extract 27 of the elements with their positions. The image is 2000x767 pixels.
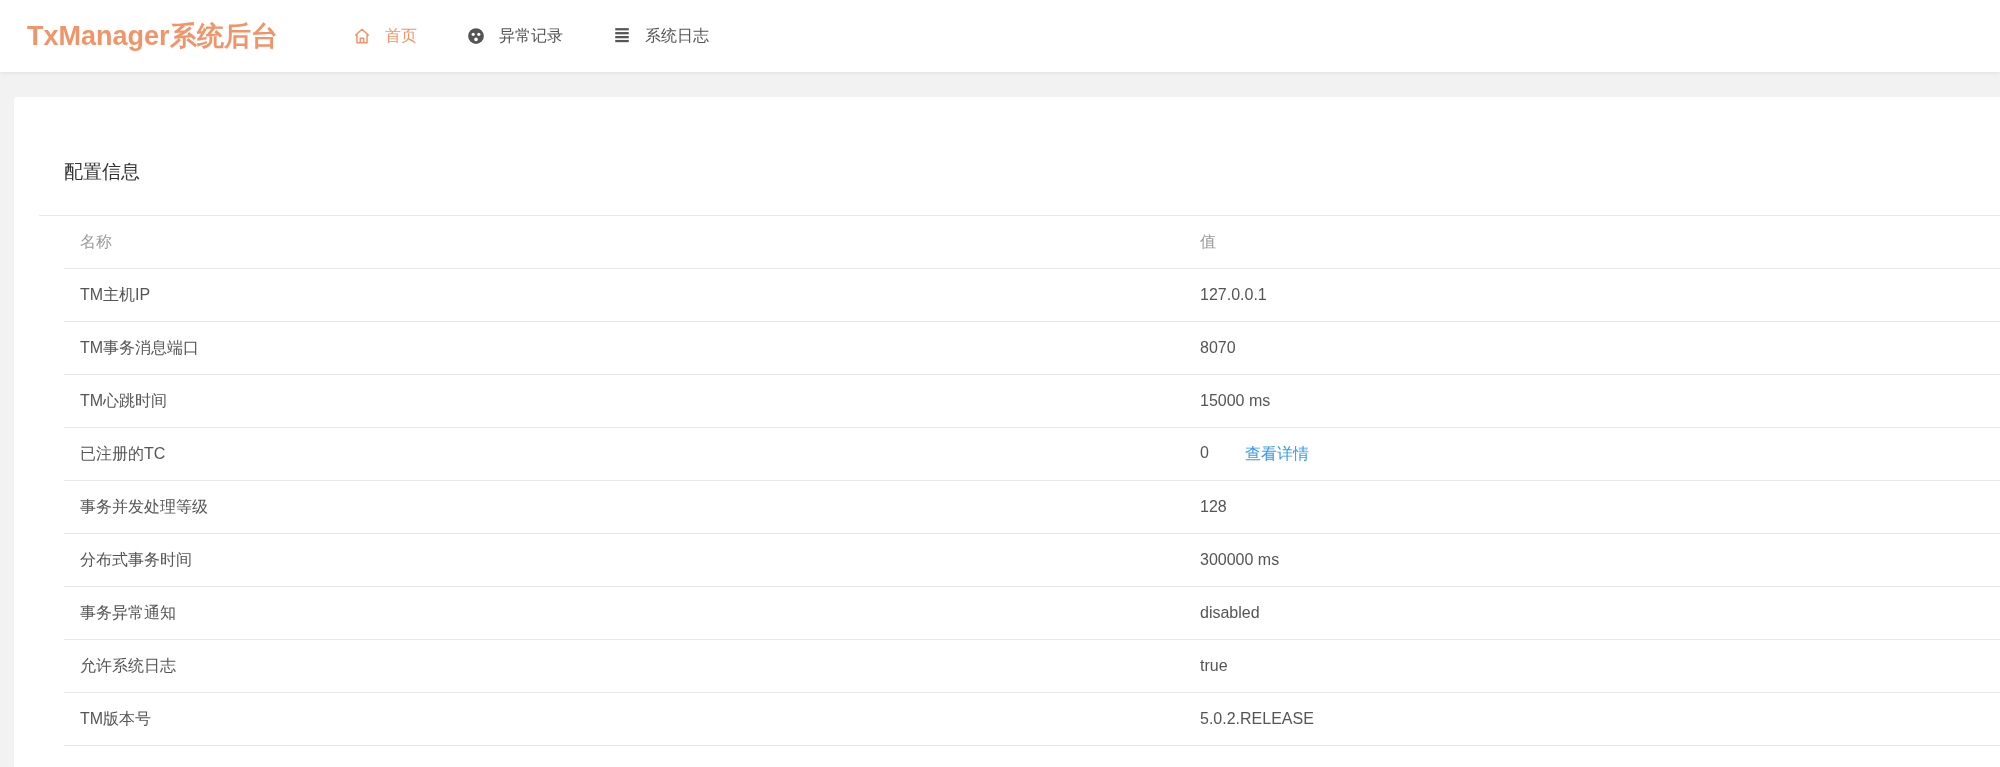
table-cell-text: TM事务消息端口 (79, 337, 201, 358)
table-cell-text: TM主机IP (79, 284, 152, 305)
app-logo: TxManager系统后台 (27, 20, 278, 53)
table-cell-text: TM版本号 (79, 708, 153, 729)
home-icon (352, 27, 371, 45)
table-cell-text: 事务异常通知 (79, 602, 177, 623)
table-cell-text: 允许系统日志 (79, 655, 177, 676)
nav-item[interactable]: 异常记录 (441, 25, 588, 47)
table-cell: 5.0.2.RELEASE (1200, 710, 1314, 728)
table-cell: 127.0.0.1 (1200, 286, 1267, 304)
face-icon (466, 27, 485, 45)
table-cell-text: 分布式事务时间 (79, 549, 193, 570)
table-cell-text: 0 (1200, 443, 1209, 463)
column-header: 名称 (79, 231, 113, 252)
table-cell-text: 事务并发处理等级 (79, 496, 209, 517)
list-icon (612, 27, 631, 45)
table-cell: true (1200, 657, 1228, 675)
table-cell: 15000 ms (1200, 392, 1271, 410)
table-cell: 300000 ms (1200, 551, 1280, 569)
table-cell-text: 已注册的TC (79, 443, 167, 464)
table-cell: 128 (1200, 498, 1227, 516)
table-cell: 8070 (1200, 339, 1236, 357)
nav-item[interactable]: 系统日志 (587, 25, 734, 47)
table-cell: disabled (1200, 604, 1260, 622)
card-title: 配置信息 (39, 159, 2000, 216)
column-header: 值 (1199, 231, 1217, 252)
table-cell-text: TM心跳时间 (79, 390, 169, 411)
